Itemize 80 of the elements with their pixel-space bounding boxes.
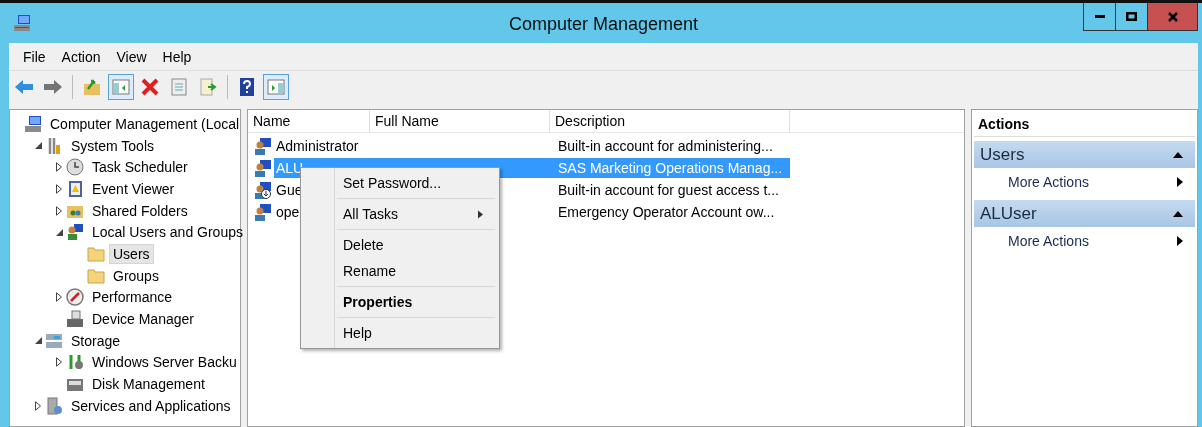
folder-icon bbox=[87, 266, 105, 285]
forward-arrow-icon bbox=[43, 77, 63, 97]
user-name: Administrator bbox=[276, 138, 359, 154]
tree-item[interactable]: Windows Server Backu bbox=[88, 352, 241, 373]
menu-item[interactable]: All Tasks bbox=[303, 201, 497, 227]
back-arrow-icon bbox=[14, 77, 34, 97]
user-download-icon bbox=[254, 181, 272, 199]
user-icon bbox=[254, 203, 272, 221]
tree-item[interactable]: Storage bbox=[67, 330, 125, 351]
tree-item[interactable]: Users bbox=[109, 243, 154, 264]
submenu-arrow-icon bbox=[1177, 236, 1183, 246]
action-section-header[interactable]: ALUser bbox=[974, 200, 1195, 227]
user-description: Built-in account for guest access t... bbox=[557, 182, 780, 198]
server-icon bbox=[45, 396, 63, 415]
clock-icon bbox=[66, 158, 84, 177]
column-header[interactable]: Description bbox=[550, 110, 790, 132]
expand-arrow-icon[interactable] bbox=[35, 400, 41, 411]
minimize-icon bbox=[1094, 15, 1105, 18]
up-folder-icon bbox=[82, 77, 102, 97]
tree-item[interactable]: Disk Management bbox=[88, 374, 209, 395]
minimize-button[interactable] bbox=[1083, 3, 1116, 31]
storage-icon bbox=[45, 331, 63, 350]
close-icon bbox=[1167, 11, 1178, 22]
expand-arrow-icon[interactable] bbox=[56, 162, 62, 173]
column-header[interactable]: Full Name bbox=[370, 110, 550, 132]
gauge-icon bbox=[66, 288, 84, 307]
menu-item[interactable]: Rename bbox=[303, 258, 497, 284]
computer-icon bbox=[13, 14, 31, 32]
user-description: Emergency Operator Account ow... bbox=[557, 204, 776, 220]
folder-icon bbox=[87, 244, 105, 263]
collapse-triangle-icon[interactable] bbox=[1173, 210, 1183, 217]
tree-item[interactable]: Services and Applications bbox=[67, 395, 235, 416]
window-title: Computer Management bbox=[508, 14, 699, 35]
tree-item[interactable]: Groups bbox=[109, 265, 163, 286]
menu-item[interactable]: Help bbox=[303, 320, 497, 346]
action-link[interactable]: More Actions bbox=[974, 227, 1195, 255]
expand-arrow-icon[interactable] bbox=[56, 357, 62, 368]
tree-item[interactable]: Task Scheduler bbox=[88, 157, 192, 178]
tree-item[interactable]: Shared Folders bbox=[88, 200, 192, 221]
collapse-arrow-icon[interactable] bbox=[34, 142, 42, 150]
user-icon bbox=[254, 159, 272, 177]
column-header[interactable]: Name bbox=[248, 110, 370, 132]
submenu-arrow-icon bbox=[1177, 177, 1183, 187]
properties-icon bbox=[169, 77, 189, 97]
tree-item[interactable]: Performance bbox=[88, 287, 177, 308]
collapse-arrow-icon[interactable] bbox=[55, 228, 63, 236]
collapse-arrow-icon[interactable] bbox=[34, 337, 42, 345]
log-book-icon bbox=[66, 179, 84, 198]
tree-pane-icon bbox=[111, 77, 131, 97]
action-section-header[interactable]: Users bbox=[974, 141, 1195, 168]
export-list-icon bbox=[198, 77, 218, 97]
users-icon bbox=[66, 223, 84, 242]
actions-header: Actions bbox=[974, 112, 1195, 137]
delete-icon bbox=[140, 77, 160, 97]
close-button[interactable] bbox=[1147, 3, 1198, 31]
user-description: Built-in account for administering... bbox=[557, 138, 774, 154]
expand-arrow-icon[interactable] bbox=[56, 183, 62, 194]
menu-item[interactable]: Action bbox=[53, 48, 109, 65]
expand-arrow-icon[interactable] bbox=[56, 205, 62, 216]
menu-item[interactable]: Properties bbox=[303, 289, 497, 315]
menu-item[interactable]: View bbox=[108, 48, 155, 65]
action-pane-icon bbox=[266, 77, 286, 97]
tree-item[interactable]: Local Users and Groups bbox=[88, 222, 247, 243]
tree-item[interactable]: Event Viewer bbox=[88, 178, 179, 199]
expand-arrow-icon[interactable] bbox=[56, 292, 62, 303]
device-icon bbox=[66, 310, 84, 329]
user-icon bbox=[254, 137, 272, 155]
tree-item[interactable]: Computer Management (Local bbox=[46, 113, 244, 134]
tree-item[interactable]: Device Manager bbox=[88, 309, 198, 330]
computer-icon bbox=[24, 114, 42, 133]
user-name: ope bbox=[276, 204, 300, 220]
menu-item[interactable]: Help bbox=[154, 48, 200, 65]
maximize-icon bbox=[1126, 12, 1137, 21]
menu-item[interactable]: File bbox=[15, 48, 54, 65]
menu-item[interactable]: Delete bbox=[303, 232, 497, 258]
action-link[interactable]: More Actions bbox=[974, 168, 1195, 196]
user-description: SAS Marketing Operations Manag... bbox=[557, 160, 784, 176]
tree-item[interactable]: System Tools bbox=[67, 135, 158, 156]
collapse-triangle-icon[interactable] bbox=[1173, 151, 1183, 158]
help-icon bbox=[237, 77, 257, 97]
